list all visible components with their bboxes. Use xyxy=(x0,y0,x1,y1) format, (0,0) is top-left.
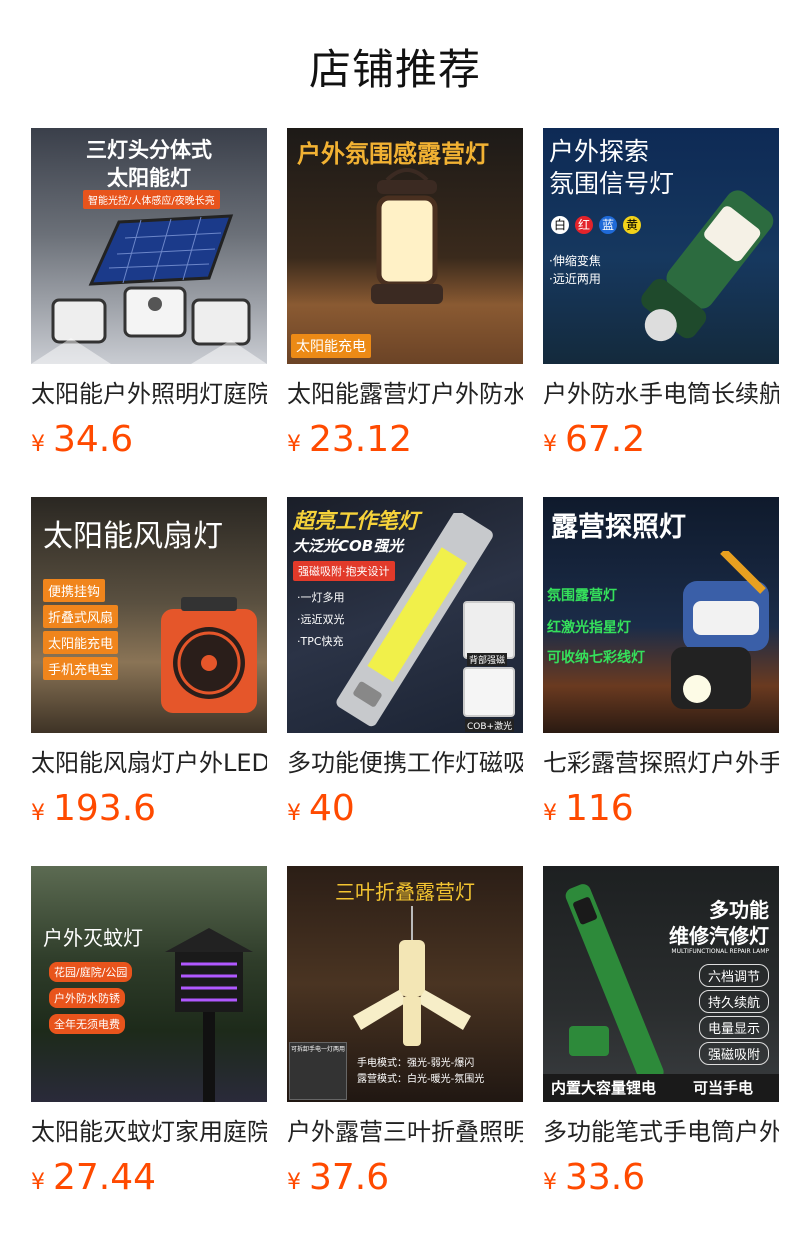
product-grid: 三灯头分体式 太阳能灯 智能光控/人体感应/夜晚长亮 太阳能户外照明灯庭院 ¥ … xyxy=(31,128,781,1235)
image-caption: 可拆卸手电一灯两用 xyxy=(291,1046,346,1053)
searchlight-icon xyxy=(671,551,769,709)
product-image[interactable]: 露营探照灯 氛围露营灯 红激光指星灯 可收纳七彩线灯 xyxy=(543,497,779,733)
currency-symbol: ¥ xyxy=(31,801,45,826)
product-card[interactable]: 多功能 维修汽修灯 MULTIFUNCTIONAL REPAIR LAMP 六档… xyxy=(543,866,779,1235)
image-tag: 花园/庭院/公园 xyxy=(49,962,133,982)
color-dot-red: 红 xyxy=(575,216,593,234)
product-card[interactable]: 超亮工作笔灯 大泛光COB强光 强磁吸附·抱夹设计 ·一灯多用 ·远近双光 ·T… xyxy=(287,497,523,866)
product-card[interactable]: 太阳能风扇灯 便携挂钩 折叠式风扇 太阳能充电 手机充电宝 太阳能风扇灯户外LE… xyxy=(31,497,267,866)
currency-symbol: ¥ xyxy=(543,432,557,457)
product-name[interactable]: 多功能笔式手电筒户外 xyxy=(543,1116,779,1148)
image-heading: 三叶折叠露营灯 xyxy=(335,880,475,904)
price-value: 116 xyxy=(565,788,634,829)
image-tag: 太阳能充电 xyxy=(43,631,119,654)
product-image[interactable]: 户外灭蚊灯 花园/庭院/公园 户外防水防锈 全年无须电费 xyxy=(31,866,267,1102)
product-price: ¥ 116 xyxy=(543,789,779,829)
currency-symbol: ¥ xyxy=(287,432,301,457)
image-caption: 背部强磁 xyxy=(467,653,508,666)
price-value: 40 xyxy=(309,788,355,829)
image-tag: 折叠式风扇 xyxy=(43,605,119,628)
product-image[interactable]: 三叶折叠露营灯 可拆卸手电一灯两用 手电模式：强光-弱光-爆闪 露营模式：白光-… xyxy=(287,866,523,1102)
product-image[interactable]: 户外氛围感露营灯 太阳能充电 xyxy=(287,128,523,364)
feature-text: 可收纳七彩线灯 xyxy=(547,650,645,666)
currency-symbol: ¥ xyxy=(31,1170,45,1195)
price-value: 33.6 xyxy=(565,1157,646,1198)
product-card[interactable]: 露营探照灯 氛围露营灯 红激光指星灯 可收纳七彩线灯 七彩露营探照灯户外手 ¥ … xyxy=(543,497,779,866)
product-price: ¥ 34.6 xyxy=(31,420,267,460)
image-heading: 露营探照灯 xyxy=(551,512,686,543)
image-heading: 太阳能灯 xyxy=(107,166,191,190)
image-tag: 手机充电宝 xyxy=(43,657,119,680)
folding-lamp-icon xyxy=(353,906,471,1046)
product-image[interactable]: 户外探索 氛围信号灯 白 红 蓝 黄 ·伸缩变焦 ·远近两用 xyxy=(543,128,779,364)
image-tag: 智能光控/人体感应/夜晚长亮 xyxy=(83,190,220,209)
product-image[interactable]: 多功能 维修汽修灯 MULTIFUNCTIONAL REPAIR LAMP 六档… xyxy=(543,866,779,1102)
price-value: 27.44 xyxy=(53,1157,157,1198)
currency-symbol: ¥ xyxy=(31,432,45,457)
image-heading: 太阳能风扇灯 xyxy=(43,519,223,554)
image-tag: 太阳能充电 xyxy=(291,334,371,358)
image-tag: 便携挂钩 xyxy=(43,579,106,602)
fan-lamp-icon xyxy=(161,597,257,713)
product-image[interactable]: 超亮工作笔灯 大泛光COB强光 强磁吸附·抱夹设计 ·一灯多用 ·远近双光 ·T… xyxy=(287,497,523,733)
product-name[interactable]: 多功能便携工作灯磁吸 xyxy=(287,747,523,779)
price-value: 23.12 xyxy=(309,419,413,460)
price-value: 34.6 xyxy=(53,419,134,460)
flashlight-icon xyxy=(641,190,774,342)
product-name[interactable]: 太阳能灭蚊灯家用庭院 xyxy=(31,1116,267,1148)
product-price: ¥ 23.12 xyxy=(287,420,523,460)
product-image[interactable]: 太阳能风扇灯 便携挂钩 折叠式风扇 太阳能充电 手机充电宝 xyxy=(31,497,267,733)
feature-text: 露营模式：白光-暖光-氛围光 xyxy=(357,1074,485,1085)
currency-symbol: ¥ xyxy=(543,801,557,826)
currency-symbol: ¥ xyxy=(287,801,301,826)
product-name[interactable]: 太阳能露营灯户外防水 xyxy=(287,378,523,410)
image-tag: 全年无须电费 xyxy=(49,1014,125,1034)
product-card[interactable]: 户外探索 氛围信号灯 白 红 蓝 黄 ·伸缩变焦 ·远近两用 户外防水手电筒长续… xyxy=(543,128,779,497)
image-caption: 内置大容量锂电 xyxy=(551,1079,657,1097)
color-dot-blue: 蓝 xyxy=(599,216,617,234)
price-value: 37.6 xyxy=(309,1157,390,1198)
currency-symbol: ¥ xyxy=(543,1170,557,1195)
currency-symbol: ¥ xyxy=(287,1170,301,1195)
image-heading: 户外灭蚊灯 xyxy=(43,926,143,950)
price-value: 193.6 xyxy=(53,788,157,829)
product-name[interactable]: 七彩露营探照灯户外手 xyxy=(543,747,779,779)
product-name[interactable]: 户外防水手电筒长续航 xyxy=(543,378,779,410)
image-caption: COB+激光 xyxy=(465,719,515,732)
product-price: ¥ 33.6 xyxy=(543,1158,779,1198)
product-name[interactable]: 太阳能户外照明灯庭院 xyxy=(31,378,267,410)
product-card[interactable]: 户外氛围感露营灯 太阳能充电 太阳能露营灯户外防水 ¥ 23.12 xyxy=(287,128,523,497)
mosquito-lamp-icon xyxy=(165,928,253,1102)
product-card[interactable]: 户外灭蚊灯 花园/庭院/公园 户外防水防锈 全年无须电费 太阳能灭蚊灯家用庭院 … xyxy=(31,866,267,1235)
feature-text: 氛围露营灯 xyxy=(547,588,617,604)
image-caption: 可当手电 xyxy=(693,1079,754,1097)
product-price: ¥ 67.2 xyxy=(543,420,779,460)
feature-text: 手电模式：强光-弱光-爆闪 xyxy=(357,1058,475,1069)
solar-lamp-icon xyxy=(31,214,267,364)
pen-light-icon xyxy=(565,884,664,1084)
product-price: ¥ 27.44 xyxy=(31,1158,267,1198)
feature-text: 红激光指星灯 xyxy=(547,620,631,636)
product-card[interactable]: 三叶折叠露营灯 可拆卸手电一灯两用 手电模式：强光-弱光-爆闪 露营模式：白光-… xyxy=(287,866,523,1235)
image-heading: 三灯头分体式 xyxy=(86,138,212,162)
image-tag: 户外防水防锈 xyxy=(49,988,125,1008)
product-price: ¥ 37.6 xyxy=(287,1158,523,1198)
image-heading: 户外氛围感露营灯 xyxy=(297,140,489,168)
product-price: ¥ 40 xyxy=(287,789,523,829)
lantern-icon xyxy=(371,168,443,304)
page-title: 店铺推荐 xyxy=(308,45,481,94)
product-name[interactable]: 户外露营三叶折叠照明 xyxy=(287,1116,523,1148)
product-name[interactable]: 太阳能风扇灯户外LED xyxy=(31,747,267,779)
product-card[interactable]: 三灯头分体式 太阳能灯 智能光控/人体感应/夜晚长亮 太阳能户外照明灯庭院 ¥ … xyxy=(31,128,267,497)
product-image[interactable]: 三灯头分体式 太阳能灯 智能光控/人体感应/夜晚长亮 xyxy=(31,128,267,364)
feature-text: ·伸缩变焦 xyxy=(549,254,601,268)
feature-text: ·远近两用 xyxy=(549,272,601,286)
image-heading: 户外探索 xyxy=(549,137,650,166)
product-price: ¥ 193.6 xyxy=(31,789,267,829)
color-dot-white: 白 xyxy=(551,216,569,234)
price-value: 67.2 xyxy=(565,419,646,460)
